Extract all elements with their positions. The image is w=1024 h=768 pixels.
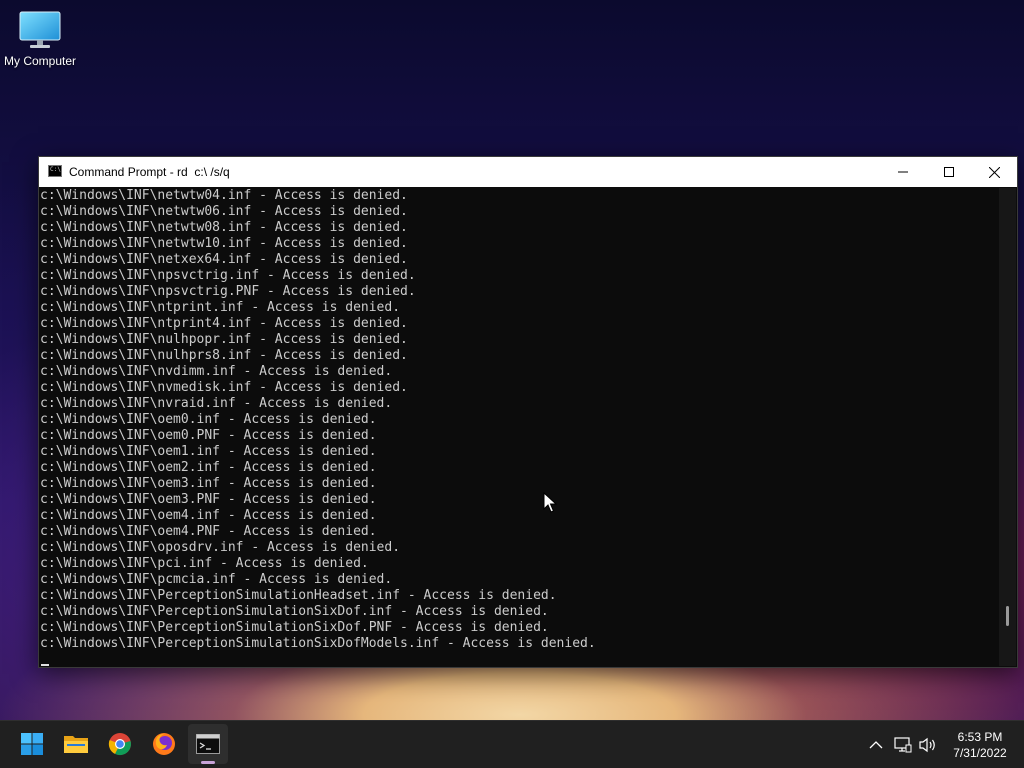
command-prompt-window[interactable]: C:\ Command Prompt - rd c:\ /s/q c:\Wind… xyxy=(38,156,1018,668)
clock-date: 7/31/2022 xyxy=(953,746,1007,760)
desktop-icon-my-computer[interactable]: My Computer xyxy=(2,8,78,68)
desktop-icon-label: My Computer xyxy=(3,54,77,68)
console-line: c:\Windows\INF\ntprint.inf - Access is d… xyxy=(40,300,401,315)
console-line: c:\Windows\INF\oem0.PNF - Access is deni… xyxy=(40,428,377,443)
console-line: c:\Windows\INF\PerceptionSimulationSixDo… xyxy=(40,620,549,635)
console-line: c:\Windows\INF\nvdimm.inf - Access is de… xyxy=(40,364,393,379)
console-line: c:\Windows\INF\oposdrv.inf - Access is d… xyxy=(40,540,401,555)
console-line: c:\Windows\INF\nulhprs8.inf - Access is … xyxy=(40,348,408,363)
console-line: c:\Windows\INF\PerceptionSimulationSixDo… xyxy=(40,636,596,651)
vertical-scrollbar[interactable] xyxy=(999,188,1016,666)
console-output[interactable]: c:\Windows\INF\netwtw04.inf - Access is … xyxy=(40,188,998,666)
console-line: c:\Windows\INF\pci.inf - Access is denie… xyxy=(40,556,369,571)
taskbar-chrome[interactable] xyxy=(100,724,140,764)
show-hidden-icons-button[interactable] xyxy=(866,735,886,755)
console-line: c:\Windows\INF\PerceptionSimulationSixDo… xyxy=(40,604,549,619)
console-line: c:\Windows\INF\oem3.PNF - Access is deni… xyxy=(40,492,377,507)
minimize-icon xyxy=(898,171,908,173)
console-line: c:\Windows\INF\netwtw04.inf - Access is … xyxy=(40,188,408,203)
taskbar-command-prompt[interactable] xyxy=(188,724,228,764)
mouse-pointer-icon xyxy=(543,492,557,513)
taskbar-firefox[interactable] xyxy=(144,724,184,764)
console-line: c:\Windows\INF\nvmedisk.inf - Access is … xyxy=(40,380,408,395)
console-line: c:\Windows\INF\netxex64.inf - Access is … xyxy=(40,252,408,267)
close-icon xyxy=(988,166,1000,178)
start-button[interactable] xyxy=(12,724,52,764)
console-line: c:\Windows\INF\oem0.inf - Access is deni… xyxy=(40,412,377,427)
console-line: c:\Windows\INF\oem2.inf - Access is deni… xyxy=(40,460,377,475)
firefox-icon xyxy=(153,733,175,755)
chevron-up-icon xyxy=(869,741,883,749)
console-line: c:\Windows\INF\pcmcia.inf - Access is de… xyxy=(40,572,393,587)
console-line: c:\Windows\INF\oem1.inf - Access is deni… xyxy=(40,444,377,459)
console-line: c:\Windows\INF\nulhpopr.inf - Access is … xyxy=(40,332,408,347)
windows-start-icon xyxy=(21,733,43,755)
taskbar-file-explorer[interactable] xyxy=(56,724,96,764)
close-button[interactable] xyxy=(971,157,1017,187)
console-line: c:\Windows\INF\oem3.inf - Access is deni… xyxy=(40,476,377,491)
console-line: c:\Windows\INF\npsvctrig.PNF - Access is… xyxy=(40,284,416,299)
scrollbar-thumb[interactable] xyxy=(1006,606,1009,626)
minimize-button[interactable] xyxy=(880,157,926,187)
clock-time: 6:53 PM xyxy=(957,730,1003,744)
maximize-button[interactable] xyxy=(926,157,972,187)
volume-button[interactable] xyxy=(918,735,938,755)
console-line: c:\Windows\INF\ntprint4.inf - Access is … xyxy=(40,316,408,331)
console-line: c:\Windows\INF\oem4.PNF - Access is deni… xyxy=(40,524,377,539)
text-cursor xyxy=(41,664,49,666)
network-button[interactable] xyxy=(893,735,913,755)
active-app-indicator xyxy=(201,761,215,764)
system-clock[interactable]: 6:53 PM 7/31/2022 xyxy=(946,729,1014,761)
window-title: Command Prompt - rd c:\ /s/q xyxy=(69,165,230,179)
console-line: c:\Windows\INF\netwtw06.inf - Access is … xyxy=(40,204,408,219)
console-line: c:\Windows\INF\oem4.inf - Access is deni… xyxy=(40,508,377,523)
chrome-icon xyxy=(108,733,131,756)
console-line: c:\Windows\INF\netwtw08.inf - Access is … xyxy=(40,220,408,235)
console-lines: c:\Windows\INF\netwtw04.inf - Access is … xyxy=(40,188,596,652)
console-line: c:\Windows\INF\PerceptionSimulationHeads… xyxy=(40,588,557,603)
desktop: My Computer C:\ Command Prompt - rd c:\ … xyxy=(0,0,1024,720)
cmd-icon xyxy=(196,734,220,754)
maximize-icon xyxy=(944,167,954,177)
network-icon xyxy=(894,737,912,753)
folder-icon xyxy=(64,736,88,753)
console-line: c:\Windows\INF\nvraid.inf - Access is de… xyxy=(40,396,393,411)
console-line: c:\Windows\INF\netwtw10.inf - Access is … xyxy=(40,236,408,251)
title-bar[interactable]: C:\ Command Prompt - rd c:\ /s/q xyxy=(39,157,1017,187)
computer-monitor-icon xyxy=(19,11,61,48)
cmd-icon: C:\ xyxy=(48,165,62,177)
volume-icon xyxy=(919,737,935,753)
console-line: c:\Windows\INF\npsvctrig.inf - Access is… xyxy=(40,268,416,283)
taskbar: 6:53 PM 7/31/2022 xyxy=(0,720,1024,768)
